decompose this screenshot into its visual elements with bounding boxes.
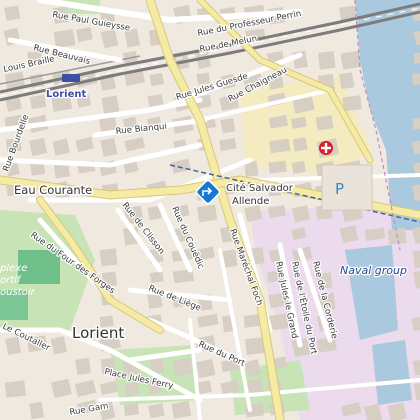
map-view[interactable]: Rue Paul Guieysse Rue du Professeur Perr… (0, 0, 420, 420)
building (220, 117, 236, 134)
building (268, 160, 287, 174)
building (123, 403, 140, 416)
building (413, 51, 420, 64)
basin-lower (372, 340, 412, 405)
building (245, 337, 265, 355)
building (411, 72, 420, 86)
building (149, 271, 164, 284)
building (29, 94, 47, 110)
building (101, 95, 120, 115)
station-label: Lorient (46, 89, 87, 100)
building (342, 95, 362, 112)
building (149, 72, 164, 87)
building (291, 161, 306, 174)
district-eau-courante: Eau Courante (14, 183, 92, 197)
building (268, 205, 286, 219)
building (4, 5, 21, 21)
building (53, 29, 76, 48)
building (339, 225, 359, 244)
hospital-marker[interactable] (319, 141, 333, 155)
building (75, 357, 91, 376)
poi-label-line2: Allende (232, 196, 269, 207)
building (292, 137, 308, 152)
building (269, 138, 291, 154)
naval-group-label: Naval group (340, 264, 407, 277)
poi-label-line1: Cité Salvador (226, 182, 294, 194)
park-label-ortif: ortif (0, 275, 22, 286)
building (315, 115, 334, 131)
building (317, 51, 336, 70)
map-canvas[interactable]: Rue Paul Guieysse Rue du Professeur Perr… (0, 0, 420, 420)
building (99, 248, 118, 267)
city-label: Lorient (72, 324, 124, 342)
park-label-plexe: plexe (0, 263, 27, 274)
building (197, 204, 218, 223)
building (340, 50, 362, 70)
building (4, 380, 26, 398)
building (339, 72, 355, 90)
parking-icon[interactable]: P (335, 180, 344, 198)
building (171, 400, 192, 419)
train-station-icon (62, 74, 80, 82)
building (29, 401, 45, 420)
building (412, 117, 420, 130)
park-label-oustoir: oustoir (0, 287, 35, 298)
building (196, 358, 216, 379)
parking-area (321, 164, 373, 211)
